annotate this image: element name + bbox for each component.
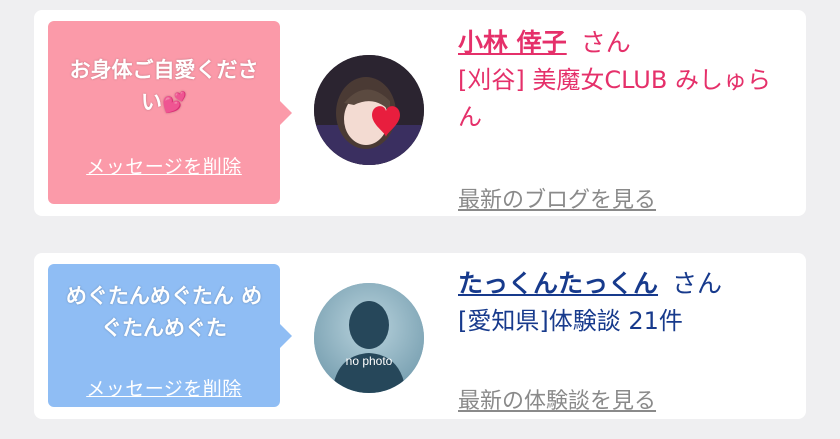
shop-info: [愛知県]体験談 21件 [458, 307, 683, 335]
message-bubble: お身体ご自愛くださ い💕 メッセージを削除 [48, 21, 292, 204]
shop-info: [刈谷] 美魔女CLUB みしゅらん [458, 66, 771, 131]
user-name-link[interactable]: 小林 倖子 [458, 28, 567, 57]
latest-blog-link[interactable]: 最新のブログを見る [458, 182, 656, 214]
honorific: さん [672, 269, 723, 298]
message-bubble: めぐたんめぐたん めぐたんめぐた メッセージを削除 [48, 264, 292, 407]
latest-report-link[interactable]: 最新の体験談を見る [458, 383, 656, 415]
user-name-link[interactable]: たっくんたっくん [458, 269, 658, 298]
honorific: さん [580, 28, 631, 57]
heart-icon: 💕 [162, 90, 187, 114]
message-card: めぐたんめぐたん めぐたんめぐた メッセージを削除 no photo たっくんた… [34, 253, 806, 419]
avatar[interactable]: no photo [314, 283, 424, 393]
avatar[interactable] [314, 55, 424, 165]
message-card: お身体ご自愛くださ い💕 メッセージを削除 小林 倖子 さん [刈谷] 美魔女CL… [34, 10, 806, 216]
delete-message-link[interactable]: メッセージを削除 [48, 374, 280, 401]
delete-message-link[interactable]: メッセージを削除 [48, 152, 280, 179]
avatar-placeholder-text: no photo [346, 354, 393, 368]
message-text: めぐたんめぐたん めぐたんめぐた [65, 284, 263, 340]
